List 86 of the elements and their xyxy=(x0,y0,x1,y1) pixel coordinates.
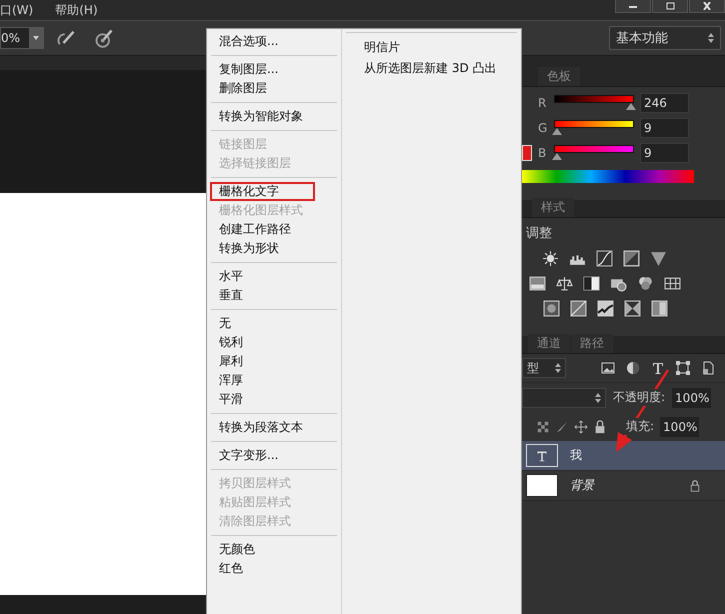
layer-thumbnail xyxy=(526,474,558,497)
menu-item[interactable]: 混合选项... xyxy=(210,32,315,51)
sun-icon[interactable] xyxy=(541,250,560,267)
slider-thumb[interactable] xyxy=(552,153,562,160)
panel-tab[interactable]: 样式 xyxy=(532,198,574,217)
filter-kind-dropdown[interactable]: 型 xyxy=(522,358,566,378)
up-down-arrows-icon xyxy=(708,33,714,43)
layer-row[interactable]: 背景 xyxy=(522,471,725,501)
curve-icon[interactable] xyxy=(595,250,614,267)
lock-icon[interactable] xyxy=(689,480,701,492)
channel-value-field[interactable]: 9 xyxy=(640,118,689,138)
menu-item[interactable]: 无颜色 xyxy=(210,540,315,559)
layer-name: 我 xyxy=(570,447,583,464)
minimize-button[interactable] xyxy=(615,0,651,13)
menu-item[interactable]: 浑厚 xyxy=(210,371,315,390)
menu-item[interactable]: 转换为形状 xyxy=(210,239,315,258)
half-circle-icon[interactable] xyxy=(625,360,641,376)
gradient-square-icon[interactable] xyxy=(650,300,669,317)
balance-scale-icon[interactable] xyxy=(555,275,574,292)
exposure-icon[interactable] xyxy=(622,250,641,267)
image-icon[interactable] xyxy=(600,360,616,376)
menu-item[interactable]: 明信片 xyxy=(342,37,521,58)
menu-item[interactable]: 转换为段落文本 xyxy=(210,418,315,437)
panel-tab[interactable]: 色板 xyxy=(538,67,580,86)
menu-item[interactable]: 创建工作路径 xyxy=(210,220,315,239)
restore-icon xyxy=(665,2,675,10)
circles-icon[interactable] xyxy=(636,275,655,292)
caret-icon xyxy=(33,36,39,40)
text-layer-thumbnail xyxy=(526,444,558,467)
menu-item[interactable]: 犀利 xyxy=(210,352,315,371)
color-slider[interactable] xyxy=(554,119,634,137)
dropdown-button[interactable] xyxy=(29,28,43,48)
menu-item[interactable]: 删除图层 xyxy=(210,79,315,98)
fill-field[interactable]: 100% xyxy=(660,416,700,436)
half-square-icon[interactable] xyxy=(582,275,601,292)
color-slider[interactable] xyxy=(554,144,634,162)
menu-item[interactable]: 垂直 xyxy=(210,286,315,305)
menu-item[interactable]: 栅格化文字 xyxy=(210,182,315,201)
close-icon xyxy=(702,2,712,10)
pressure-brush-icon[interactable] xyxy=(94,28,114,48)
opacity-field[interactable]: 0% xyxy=(0,27,44,49)
channel-label: B xyxy=(538,146,548,160)
triangle-icon[interactable] xyxy=(649,250,668,267)
panel-tab[interactable]: 通道 xyxy=(528,334,570,353)
fill-label: 填充: xyxy=(625,418,656,435)
menu-item[interactable]: 无 xyxy=(210,314,315,333)
gradient-bar-icon[interactable] xyxy=(528,275,547,292)
move-icon[interactable] xyxy=(574,420,588,434)
transform-icon[interactable] xyxy=(675,360,691,376)
zigzag-icon[interactable] xyxy=(596,300,615,317)
color-slider[interactable] xyxy=(554,94,634,112)
menu-item[interactable]: 平滑 xyxy=(210,390,315,409)
foreground-color-swatch[interactable] xyxy=(522,145,532,161)
layer-row[interactable]: 我 xyxy=(522,441,725,471)
channel-value-field[interactable]: 246 xyxy=(640,93,689,113)
panel-title: 调整 xyxy=(526,225,553,242)
layer-name: 背景 xyxy=(570,477,596,494)
menu-item[interactable]: 红色 xyxy=(210,559,315,578)
menu-item[interactable]: 口(W) xyxy=(0,2,34,18)
up-down-arrows-icon xyxy=(595,392,601,402)
color-spectrum[interactable] xyxy=(522,170,694,183)
document-icon[interactable] xyxy=(700,360,716,376)
diagonal-gradient-icon[interactable] xyxy=(569,300,588,317)
hourglass-square-icon[interactable] xyxy=(623,300,642,317)
up-down-arrows-icon xyxy=(555,363,561,373)
type-icon[interactable] xyxy=(650,360,666,376)
lock-icon[interactable] xyxy=(593,420,607,434)
opacity-label: 不透明度: xyxy=(612,389,666,406)
menu-item[interactable]: 复制图层... xyxy=(210,60,315,79)
menu-item[interactable]: 文字变形... xyxy=(210,446,315,465)
grid-icon[interactable] xyxy=(663,275,682,292)
menu-item[interactable]: 从所选图层新建 3D 凸出 xyxy=(342,58,521,79)
close-button[interactable] xyxy=(689,0,725,13)
channel-label: G xyxy=(538,121,548,135)
menu-item[interactable]: 锐利 xyxy=(210,333,315,352)
panel-tab[interactable]: 路径 xyxy=(571,334,613,353)
workspace-dropdown[interactable]: 基本功能 xyxy=(609,26,721,50)
opacity-field[interactable]: 100% xyxy=(672,388,712,408)
slider-thumb[interactable] xyxy=(552,128,562,135)
checkerboard-icon[interactable] xyxy=(536,420,550,434)
menu-item[interactable]: 帮助(H) xyxy=(55,2,98,18)
channel-label: R xyxy=(538,96,548,110)
menu-item[interactable]: 转换为智能对象 xyxy=(210,107,315,126)
restore-button[interactable] xyxy=(652,0,688,13)
menu-item[interactable]: 水平 xyxy=(210,267,315,286)
channel-value-field[interactable]: 9 xyxy=(640,143,689,163)
